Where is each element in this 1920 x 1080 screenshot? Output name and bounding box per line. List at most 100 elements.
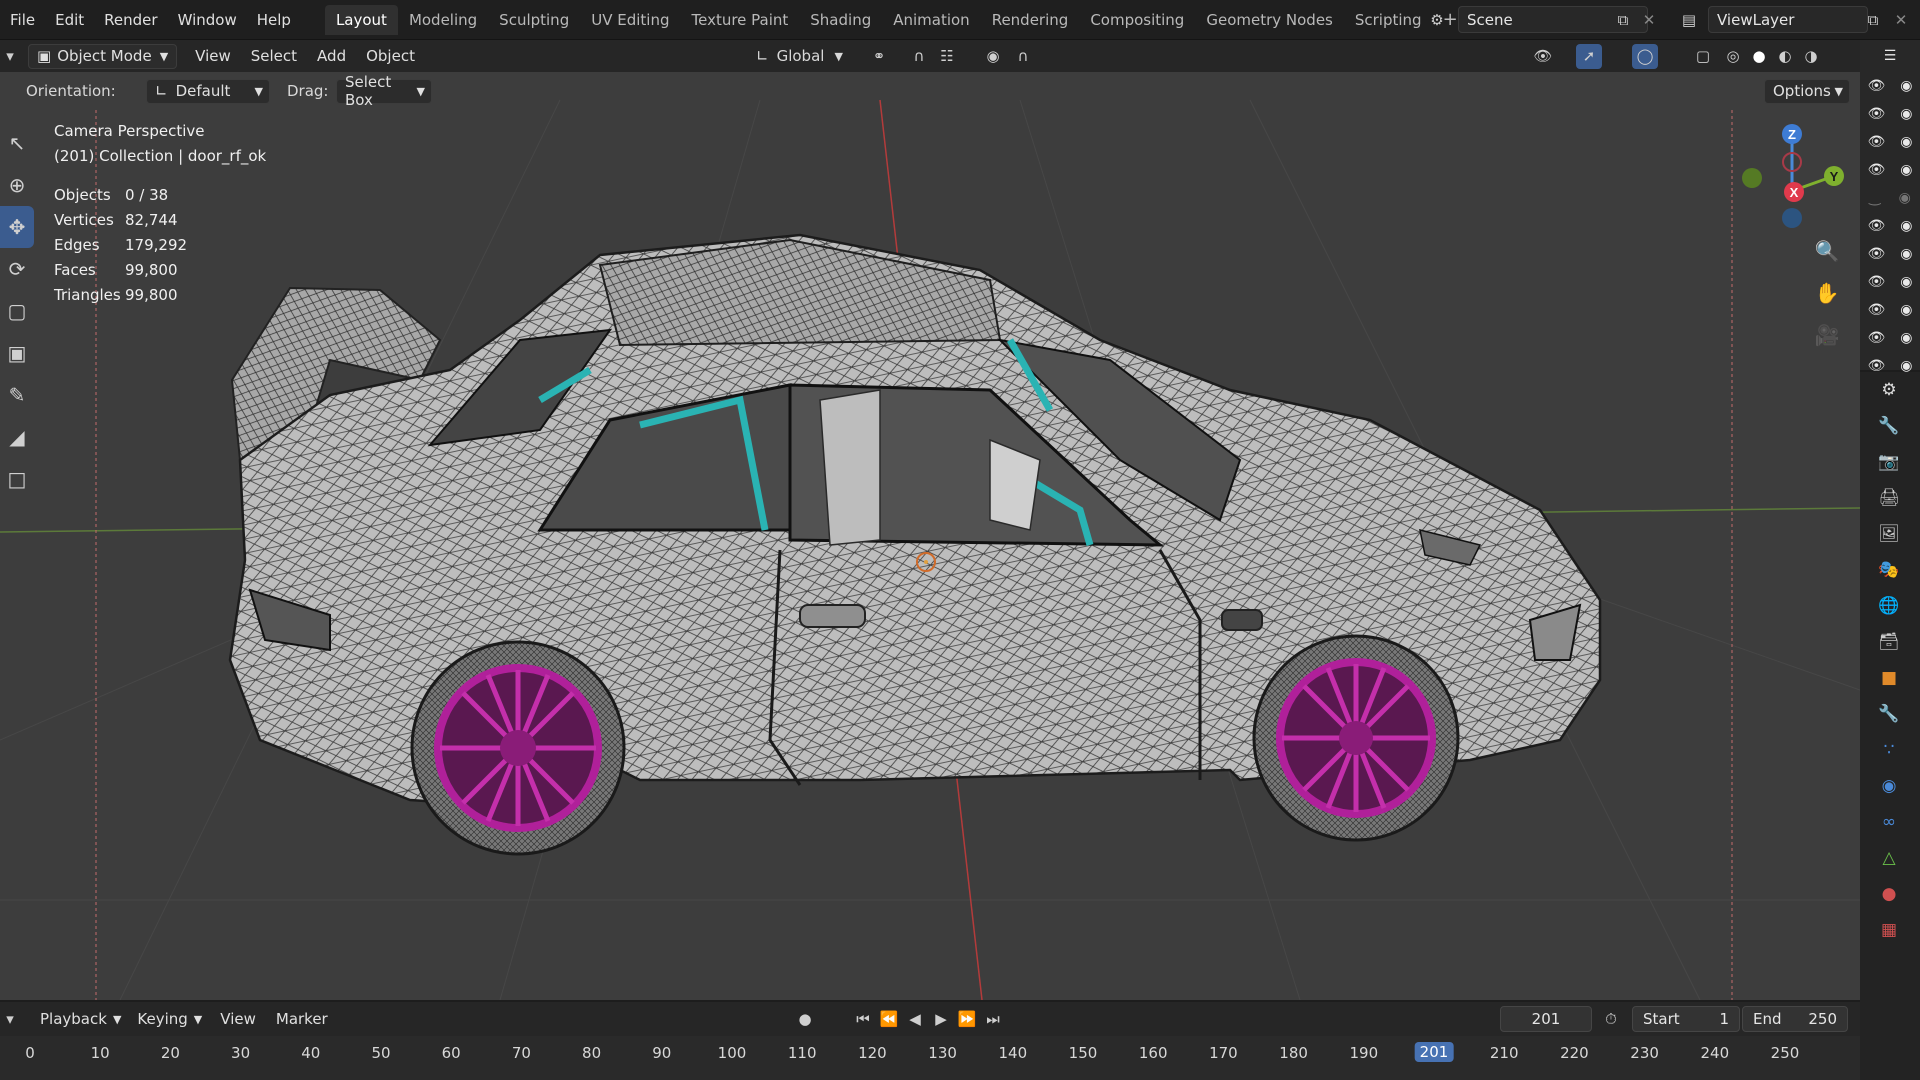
tab-animation[interactable]: Animation — [882, 5, 980, 35]
playback-menu[interactable]: Playback ▼ — [32, 1007, 129, 1032]
outliner-row[interactable]: 👁 ◉ — [1860, 100, 1920, 128]
camera-icon[interactable]: ◉ — [1900, 274, 1912, 290]
tab-scripting[interactable]: Scripting — [1344, 5, 1433, 35]
viewport-scene[interactable] — [0, 40, 1860, 1000]
record-icon[interactable]: ● — [792, 1007, 818, 1032]
object-data-properties-icon[interactable]: △ — [1872, 840, 1906, 876]
jump-end-icon[interactable]: ⏭ — [980, 1007, 1006, 1032]
start-frame-field[interactable]: Start 1 — [1632, 1006, 1740, 1032]
tab-uv-editing[interactable]: UV Editing — [580, 5, 680, 35]
visibility-icon[interactable]: 👁 — [1530, 44, 1556, 69]
constraints-properties-icon[interactable]: ∞ — [1872, 804, 1906, 840]
camera-icon[interactable]: ◉ — [1900, 78, 1912, 94]
play-reverse-icon[interactable]: ◀ — [902, 1007, 928, 1032]
overlay-toggle-icon[interactable]: ◯ — [1632, 43, 1658, 69]
particles-properties-icon[interactable]: ∵ — [1872, 732, 1906, 768]
tab-layout[interactable]: Layout — [324, 4, 398, 35]
timeline-marker-menu[interactable]: Marker — [266, 1010, 338, 1028]
tab-compositing[interactable]: Compositing — [1079, 5, 1195, 35]
scene-icon[interactable]: ⚙ — [1424, 7, 1450, 32]
eye-icon[interactable]: 👁 — [1868, 246, 1886, 262]
end-frame-field[interactable]: End 250 — [1742, 1006, 1848, 1032]
jump-keyframe-forward-icon[interactable]: ⏩ — [954, 1007, 980, 1032]
transform-tool-icon[interactable]: ▣ — [0, 332, 34, 374]
pivot-point-icon[interactable]: ⚭ — [866, 44, 892, 69]
outliner-row[interactable]: 👁 ◉ — [1860, 268, 1920, 296]
close-scene-icon[interactable]: ✕ — [1636, 7, 1662, 32]
new-scene-icon[interactable]: ⧉ — [1610, 7, 1636, 32]
eye-icon[interactable]: 👁 — [1868, 134, 1886, 150]
eye-icon[interactable]: 👁 — [1868, 302, 1886, 318]
menu-window[interactable]: Window — [168, 11, 247, 29]
close-view-layer-icon[interactable]: ✕ — [1888, 7, 1914, 32]
cursor-tool-icon[interactable]: ⊕ — [0, 164, 34, 206]
xray-toggle-icon[interactable]: ▢ — [1690, 44, 1716, 69]
properties-editor-icon[interactable]: ⚙ — [1872, 372, 1906, 408]
solid-shading-icon[interactable]: ● — [1746, 44, 1772, 69]
zoom-icon[interactable]: 🔍 — [1812, 236, 1842, 266]
rotate-tool-icon[interactable]: ⟳ — [0, 248, 34, 290]
outliner-row[interactable]: 👁 ◉ — [1860, 156, 1920, 184]
jump-start-icon[interactable]: ⏮ — [850, 1007, 876, 1032]
modifier-properties-icon[interactable]: 🔧 — [1872, 696, 1906, 732]
jump-keyframe-back-icon[interactable]: ⏪ — [876, 1007, 902, 1032]
outliner-row[interactable]: 👁 ◉ — [1860, 296, 1920, 324]
menu-add[interactable]: Add — [307, 47, 356, 65]
outliner-row[interactable]: 👁 ◉ — [1860, 128, 1920, 156]
outliner-editor-icon[interactable]: ☰ — [1884, 48, 1897, 64]
menu-object[interactable]: Object — [356, 47, 425, 65]
front-wheel[interactable] — [1252, 634, 1460, 842]
outliner-row[interactable]: ‿ ◉ — [1860, 184, 1920, 212]
select-tool-icon[interactable]: ↖ — [0, 122, 34, 164]
timeline-view-menu[interactable]: View — [210, 1010, 266, 1028]
tab-rendering[interactable]: Rendering — [981, 5, 1080, 35]
view-layer-properties-icon[interactable]: 🖼 — [1872, 516, 1906, 552]
eye-icon[interactable]: 👁 — [1868, 218, 1886, 234]
outliner-row[interactable]: 👁 ◉ — [1860, 324, 1920, 352]
menu-select[interactable]: Select — [241, 47, 307, 65]
view-layer-icon[interactable]: ▤ — [1676, 7, 1702, 32]
tab-texture-paint[interactable]: Texture Paint — [680, 5, 799, 35]
scale-tool-icon[interactable]: ▢ — [0, 290, 34, 332]
annotate-tool-icon[interactable]: ✎ — [0, 374, 34, 416]
camera-icon[interactable]: ◉ — [1900, 162, 1912, 178]
texture-properties-icon[interactable]: ▦ — [1872, 912, 1906, 948]
view-layer-selector[interactable]: ViewLayer — [1708, 6, 1868, 33]
camera-icon[interactable]: ◉ — [1900, 218, 1912, 234]
add-cube-tool-icon[interactable]: □ — [0, 458, 34, 500]
snap-icon[interactable]: ∩ — [906, 44, 932, 69]
material-shading-icon[interactable]: ◐ — [1772, 44, 1798, 69]
outliner-row[interactable]: 👁 ◉ — [1860, 240, 1920, 268]
play-icon[interactable]: ▶ — [928, 1007, 954, 1032]
world-properties-icon[interactable]: 🌐 — [1872, 588, 1906, 624]
camera-icon[interactable]: ◉ — [1900, 246, 1912, 262]
snap-target-icon[interactable]: ☷ — [934, 44, 960, 69]
camera-icon[interactable]: ◉ — [1900, 134, 1912, 150]
current-frame-field[interactable]: 201 — [1500, 1006, 1592, 1032]
mode-selector[interactable]: ▣ Object Mode ▼ — [28, 43, 178, 69]
timeline-ruler[interactable]: 0 10 20 30 40 50 60 70 80 90 100 110 120 130 140 150 160… — [0, 1036, 1860, 1080]
output-properties-icon[interactable]: 🖨 — [1872, 480, 1906, 516]
rendered-shading-icon[interactable]: ◑ — [1798, 44, 1824, 69]
camera-icon[interactable]: ◉ — [1899, 190, 1911, 206]
new-view-layer-icon[interactable]: ⧉ — [1860, 7, 1886, 32]
eye-icon[interactable]: 👁 — [1868, 78, 1886, 94]
keying-menu[interactable]: Keying ▼ — [129, 1007, 210, 1032]
menu-edit[interactable]: Edit — [45, 11, 94, 29]
camera-icon[interactable]: ◉ — [1900, 106, 1912, 122]
navigation-gizmo[interactable]: Z Y X — [1740, 118, 1850, 238]
editor-type-icon[interactable]: ▾ — [0, 1007, 20, 1032]
tab-sculpting[interactable]: Sculpting — [488, 5, 580, 35]
playhead-frame-label[interactable]: 201 — [1414, 1042, 1454, 1062]
transform-orientation-selector[interactable]: ∟ Global ▼ — [756, 47, 843, 65]
physics-properties-icon[interactable]: ◉ — [1872, 768, 1906, 804]
drag-dropdown[interactable]: Select Box ▼ — [336, 73, 432, 109]
tab-shading[interactable]: Shading — [799, 5, 882, 35]
tool-settings-icon[interactable]: 🔧 — [1872, 408, 1906, 444]
camera-icon[interactable]: ◉ — [1900, 330, 1912, 346]
editor-type-icon[interactable]: ▾ — [0, 44, 20, 69]
menu-view[interactable]: View — [185, 47, 241, 65]
proportional-editing-icon[interactable]: ◉ — [980, 44, 1006, 69]
gizmo-toggle-icon[interactable]: ➚ — [1576, 43, 1602, 69]
eye-icon[interactable]: 👁 — [1868, 330, 1886, 346]
